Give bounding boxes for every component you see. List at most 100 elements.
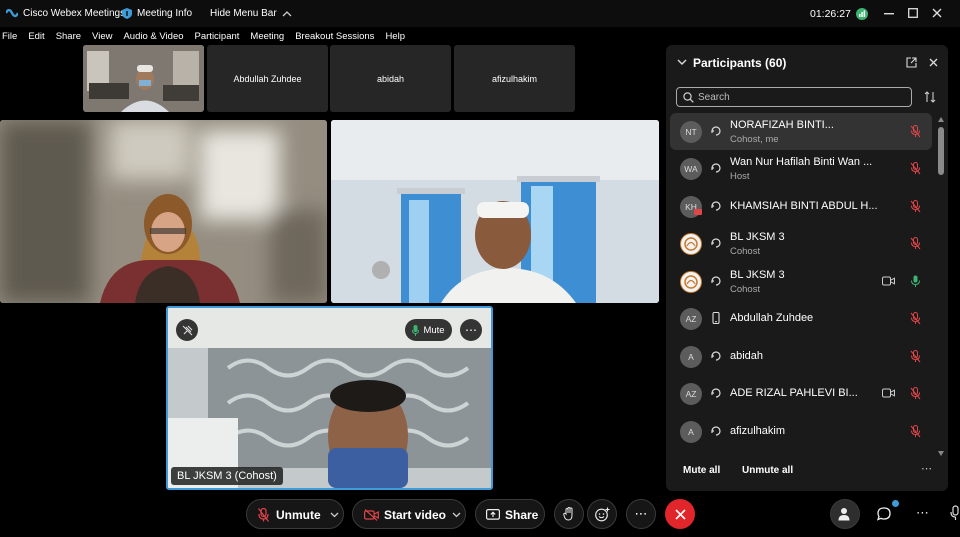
scroll-down-icon[interactable] — [938, 451, 944, 456]
thumbnail-abidah[interactable]: abidah — [330, 45, 451, 112]
screen-share-badge — [694, 209, 702, 215]
thumbnail-abdullah-zuhdee[interactable]: Abdullah Zuhdee — [207, 45, 328, 112]
chevron-down-icon[interactable] — [452, 512, 461, 518]
participant-name: afizulhakim — [730, 425, 786, 437]
panel-footer-more-icon[interactable]: ⋯ — [921, 462, 932, 475]
participant-row[interactable]: BL JKSM 3 Cohost — [670, 225, 932, 262]
start-video-button[interactable]: Start video — [352, 499, 466, 529]
edge-microphone-icon — [950, 505, 959, 520]
participant-list-scrollbar[interactable] — [938, 117, 944, 457]
video-more-options-button[interactable]: ⋯ — [460, 319, 482, 341]
microphone-muted-icon[interactable] — [910, 237, 922, 250]
mute-speaker-button[interactable]: Mute — [405, 319, 452, 341]
thumbnail-video-speaker[interactable] — [83, 45, 204, 112]
video-tile-participant-2[interactable] — [331, 120, 659, 303]
menu-participant[interactable]: Participant — [195, 31, 240, 42]
participant-row[interactable]: KH KHAMSIAH BINTI ABDUL H... — [670, 188, 932, 225]
avatar-logo — [680, 233, 702, 255]
close-panel-icon[interactable] — [929, 58, 938, 67]
menu-share[interactable]: Share — [56, 31, 81, 42]
video-off-icon — [364, 509, 379, 521]
mute-all-button[interactable]: Mute all — [683, 465, 720, 476]
participant-search-input[interactable]: Search — [676, 87, 912, 107]
avatar-logo — [680, 271, 702, 293]
menu-audio-video[interactable]: Audio & Video — [123, 31, 183, 42]
audio-status-icon — [711, 351, 721, 361]
start-video-label: Start video — [384, 508, 447, 522]
participant-role: Host — [730, 171, 750, 182]
avatar: A — [680, 421, 702, 443]
video-camera-icon — [882, 388, 895, 398]
video-tile-active-speaker[interactable]: Mute ⋯ BL JKSM 3 (Cohost) — [166, 306, 493, 490]
thumbnail-afizulhakim[interactable]: afizulhakim — [454, 45, 575, 112]
share-button[interactable]: Share — [475, 499, 545, 529]
panel-more-options-button[interactable]: ⋯ — [916, 505, 929, 521]
menu-breakout-sessions[interactable]: Breakout Sessions — [295, 31, 374, 42]
microphone-muted-icon[interactable] — [910, 312, 922, 325]
participant-list: NT NORAFIZAH BINTI... Cohost, me WA Wan … — [666, 113, 936, 463]
microphone-muted-icon — [258, 508, 269, 522]
participant-role: Cohost — [730, 246, 761, 257]
participant-row[interactable]: A afizulhakim — [670, 413, 932, 450]
microphone-muted-icon[interactable] — [910, 350, 922, 363]
menu-view[interactable]: View — [92, 31, 112, 42]
app-name: Cisco Webex Meetings — [23, 8, 126, 19]
hide-menu-bar-label: Hide Menu Bar — [210, 8, 277, 19]
unmute-all-button[interactable]: Unmute all — [742, 465, 793, 476]
microphone-muted-icon[interactable] — [910, 425, 922, 438]
app-title-group: Cisco Webex Meetings — [2, 8, 125, 19]
participant-name: KHAMSIAH BINTI ABDUL H... — [730, 200, 878, 212]
unmute-button[interactable]: Unmute — [246, 499, 344, 529]
organization-logo-icon — [684, 275, 698, 289]
thumbnail-name: afizulhakim — [491, 73, 538, 84]
menu-edit[interactable]: Edit — [28, 31, 44, 42]
raise-hand-button[interactable] — [554, 499, 584, 529]
leave-meeting-button[interactable] — [665, 499, 695, 529]
chevron-down-icon[interactable] — [677, 59, 687, 66]
more-options-button[interactable]: ⋯ — [626, 499, 656, 529]
chat-toggle-button[interactable] — [876, 500, 899, 524]
participant-row[interactable]: BL JKSM 3 Cohost — [670, 263, 932, 300]
participants-toggle-button[interactable] — [830, 499, 860, 529]
participant-name: NORAFIZAH BINTI... — [730, 119, 834, 131]
pin-off-icon — [182, 325, 192, 335]
participant-row[interactable]: WA Wan Nur Hafilah Binti Wan ... Host — [670, 150, 932, 187]
close-icon — [674, 508, 686, 520]
reactions-button[interactable] — [587, 499, 617, 529]
microphone-muted-icon[interactable] — [910, 200, 922, 213]
menu-file[interactable]: File — [2, 31, 17, 42]
minimize-icon[interactable] — [884, 13, 894, 15]
chevron-down-icon[interactable] — [330, 512, 339, 518]
pop-out-icon[interactable] — [906, 57, 917, 68]
close-window-icon[interactable] — [932, 8, 942, 18]
hide-menu-bar-button[interactable]: Hide Menu Bar — [210, 8, 292, 19]
webex-logo-icon — [6, 9, 18, 18]
maximize-icon[interactable] — [908, 8, 918, 18]
menu-meeting[interactable]: Meeting — [250, 31, 284, 42]
unmute-label: Unmute — [276, 508, 321, 522]
microphone-muted-icon[interactable] — [910, 162, 922, 175]
scroll-up-icon[interactable] — [938, 117, 944, 122]
meeting-info-button[interactable]: Meeting Info — [122, 8, 192, 19]
scrollbar-thumb[interactable] — [938, 127, 944, 175]
microphone-muted-icon[interactable] — [910, 387, 922, 400]
microphone-icon — [412, 324, 420, 336]
participant-row[interactable]: A abidah — [670, 338, 932, 375]
phone-device-icon — [712, 312, 720, 324]
thumbnail-video-image — [83, 45, 204, 112]
menu-help[interactable]: Help — [385, 31, 405, 42]
microphone-muted-icon[interactable] — [910, 125, 922, 138]
audio-status-icon — [711, 163, 721, 173]
participants-panel-title: Participants (60) — [693, 56, 787, 70]
unpin-button[interactable] — [176, 319, 198, 341]
microphone-active-icon[interactable] — [910, 275, 922, 288]
avatar: AZ — [680, 308, 702, 330]
video-tile-participant-1[interactable] — [0, 120, 327, 303]
sort-icon[interactable] — [924, 91, 936, 103]
participant-row[interactable]: AZ ADE RIZAL PAHLEVI BI... — [670, 375, 932, 412]
participant-role: Cohost, me — [730, 134, 779, 145]
thumbnail-name: abidah — [376, 73, 405, 84]
shield-info-icon — [122, 8, 132, 19]
participant-row[interactable]: AZ Abdullah Zuhdee — [670, 300, 932, 337]
participant-row[interactable]: NT NORAFIZAH BINTI... Cohost, me — [670, 113, 932, 150]
